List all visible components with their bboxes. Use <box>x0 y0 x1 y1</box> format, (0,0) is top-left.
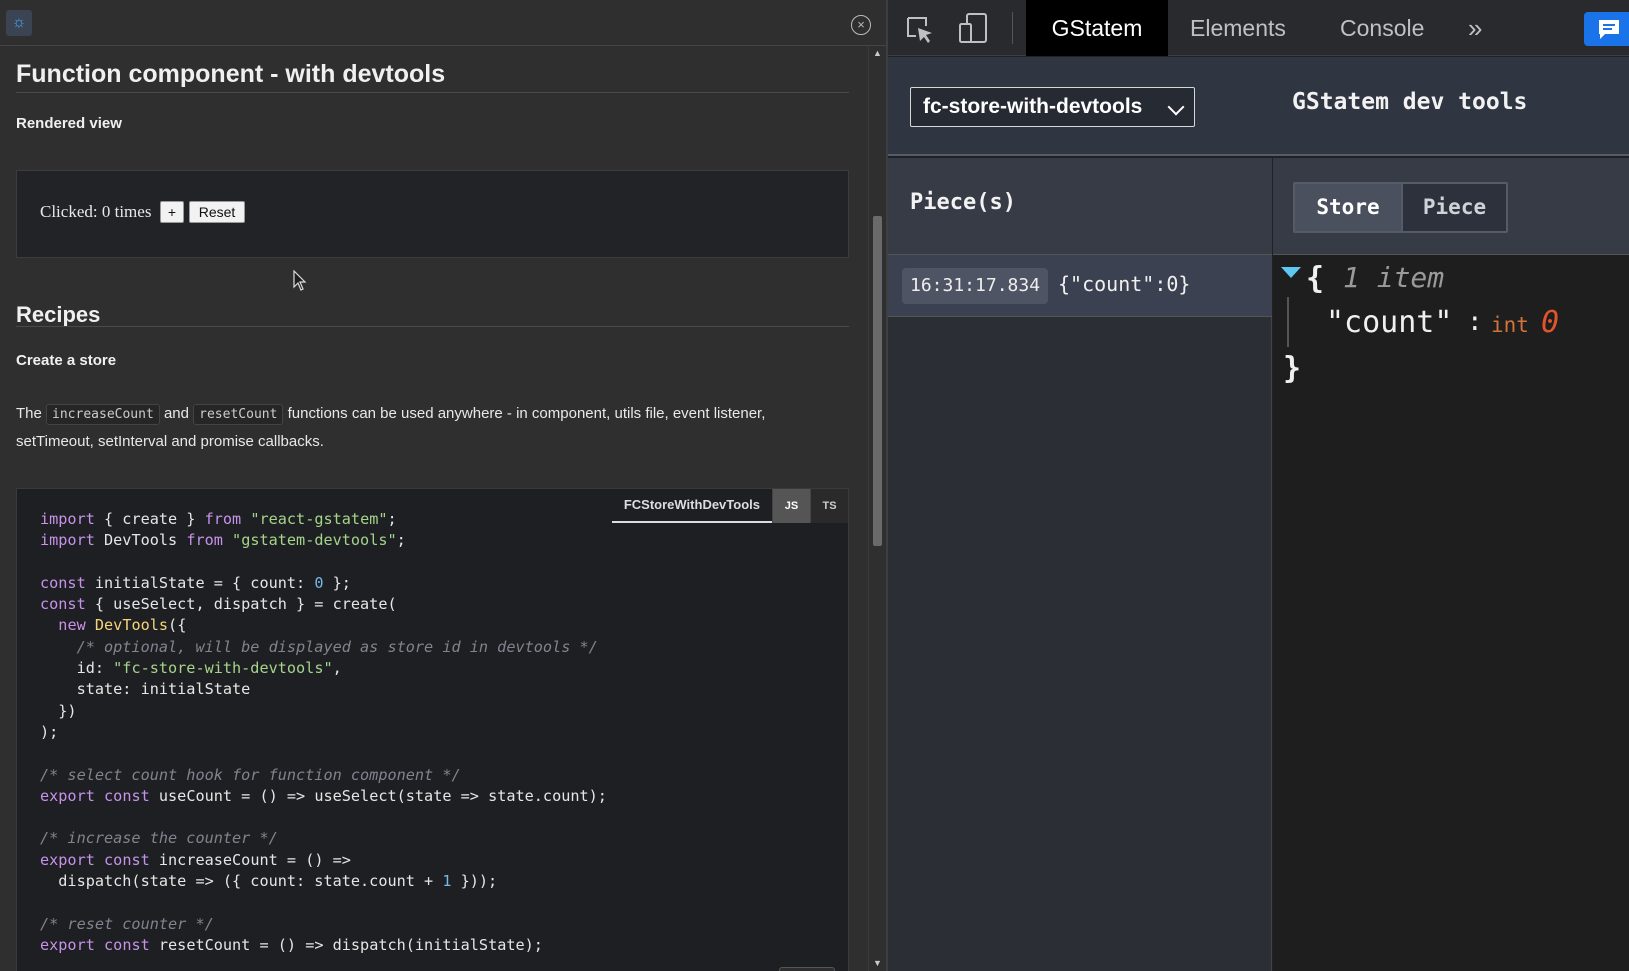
recipes-heading: Recipes <box>16 302 101 327</box>
devtools-toolbar: GStatem Elements Console » <box>888 0 1629 56</box>
inline-code-reset: resetCount <box>193 404 284 425</box>
code-line: /* optional, will be displayed as store … <box>40 637 598 656</box>
store-toggle-button[interactable]: Store <box>1295 184 1401 231</box>
code-line: ​ <box>40 807 607 828</box>
piece-timestamp: 16:31:17.834 <box>902 268 1049 304</box>
more-tabs-icon[interactable]: » <box>1468 0 1482 56</box>
json-tree: { 1 item "count" : int 0 } <box>1273 255 1629 971</box>
tab-elements[interactable]: Elements <box>1190 0 1286 56</box>
code-line: /* select count hook for function compon… <box>40 765 461 784</box>
json-close-brace: } <box>1283 351 1302 386</box>
code-line: }) <box>40 701 77 720</box>
recipes-divider <box>16 326 849 327</box>
copy-button[interactable] <box>779 967 835 971</box>
clicked-count-text: Clicked: 0 times <box>40 202 152 221</box>
inline-code-increase: increaseCount <box>46 404 160 425</box>
para-text: and <box>163 405 189 422</box>
json-type: int <box>1491 313 1529 337</box>
toolbar-separator <box>1012 12 1013 44</box>
create-store-heading: Create a store <box>16 352 117 369</box>
code-file-tab[interactable]: FCStoreWithDevTools <box>611 489 772 523</box>
code-line: id: "fc-store-with-devtools", <box>40 659 342 678</box>
piece-toggle-button[interactable]: Piece <box>1401 184 1506 231</box>
title-divider <box>16 92 849 93</box>
inspect-element-icon[interactable] <box>906 16 934 44</box>
para-text: The <box>16 405 42 422</box>
json-key[interactable]: "count" <box>1326 305 1452 340</box>
chevron-down-icon <box>1167 98 1185 116</box>
code-line: /* increase the counter */ <box>40 829 278 848</box>
code-line: ​ <box>40 743 607 764</box>
json-indent-guide <box>1287 297 1289 347</box>
devtools-pane: GStatem Elements Console » fc-store-with… <box>886 0 1629 971</box>
code-content: import { create } from "react-gstatem"; i… <box>40 509 607 956</box>
chat-icon[interactable] <box>1584 12 1629 46</box>
code-line: import { create } from "react-gstatem"; <box>40 510 397 528</box>
pieces-header: Piece(s) <box>888 158 1272 255</box>
code-line: const { useSelect, dispatch } = create( <box>40 595 397 614</box>
view-toggle: Store Piece <box>1293 182 1508 233</box>
store-header: Store Piece <box>1273 158 1629 255</box>
close-circle-icon[interactable]: × <box>851 15 871 35</box>
page-title: Function component - with devtools <box>16 60 446 88</box>
rendered-view-box: Clicked: 0 times + Reset <box>16 170 849 258</box>
code-line: ​ <box>40 892 607 913</box>
scroll-up-arrow-icon[interactable]: ▲ <box>873 48 882 58</box>
code-line: ); <box>40 722 59 741</box>
store-select[interactable]: fc-store-with-devtools <box>910 87 1195 127</box>
store-panel: Store Piece { 1 item "count" : int 0 } <box>1273 158 1629 971</box>
lang-js-button[interactable]: JS <box>772 489 810 523</box>
lang-ts-button[interactable]: TS <box>810 489 848 523</box>
json-value[interactable]: 0 <box>1541 305 1559 340</box>
increase-button[interactable]: + <box>160 201 184 223</box>
code-block: FCStoreWithDevTools JS TS import { creat… <box>16 488 849 971</box>
scroll-down-arrow-icon[interactable]: ▼ <box>873 958 882 968</box>
store-select-value: fc-store-with-devtools <box>923 95 1143 118</box>
code-line: state: initialState <box>40 680 251 699</box>
code-line: new DevTools({ <box>58 616 187 635</box>
tab-console[interactable]: Console <box>1340 0 1424 56</box>
code-line: export const resetCount = () => dispatch… <box>40 935 543 954</box>
docs-pane: ☼ × Function component - with devtools R… <box>0 0 886 971</box>
code-line: import DevTools from "gstatem-devtools"; <box>40 531 406 550</box>
scroll-thumb[interactable] <box>873 216 882 546</box>
json-colon: : <box>1467 307 1483 337</box>
docs-content: Function component - with devtools Rende… <box>0 46 868 971</box>
recipe-paragraph: The increaseCount and resetCount functio… <box>16 400 846 455</box>
json-open-brace: { <box>1306 261 1325 296</box>
code-line: ​ <box>40 552 607 573</box>
sun-icon[interactable]: ☼ <box>6 10 32 36</box>
code-tabs: FCStoreWithDevTools JS TS <box>611 489 848 523</box>
code-line: export const useCount = () => useSelect(… <box>40 786 607 805</box>
code-line: /* reset counter */ <box>40 914 214 933</box>
reset-button[interactable]: Reset <box>189 201 245 223</box>
code-line: const initialState = { count: 0 }; <box>40 573 351 592</box>
gstatem-header: fc-store-with-devtools GStatem dev tools <box>888 57 1629 156</box>
code-line: export const increaseCount = () => <box>40 850 351 869</box>
gstatem-title: GStatem dev tools <box>1292 89 1528 115</box>
pieces-title: Piece(s) <box>910 190 1016 215</box>
caret-down-icon[interactable] <box>1281 267 1301 278</box>
piece-list-item[interactable]: 16:31:17.834 {"count":0} <box>888 255 1272 317</box>
pieces-panel: Piece(s) 16:31:17.834 {"count":0} <box>888 158 1272 971</box>
piece-value: {"count":0} <box>1058 272 1191 296</box>
docs-scrollbar[interactable]: ▲ ▼ <box>868 46 885 971</box>
tab-gstatem[interactable]: GStatem <box>1026 0 1168 56</box>
mouse-cursor-icon <box>293 270 307 291</box>
rendered-view-heading: Rendered view <box>16 115 122 132</box>
device-toolbar-icon[interactable] <box>958 12 988 44</box>
code-line: dispatch(state => ({ count: state.count … <box>40 872 498 891</box>
json-item-count: 1 item <box>1343 261 1445 294</box>
docs-topbar: ☼ × <box>0 0 886 46</box>
